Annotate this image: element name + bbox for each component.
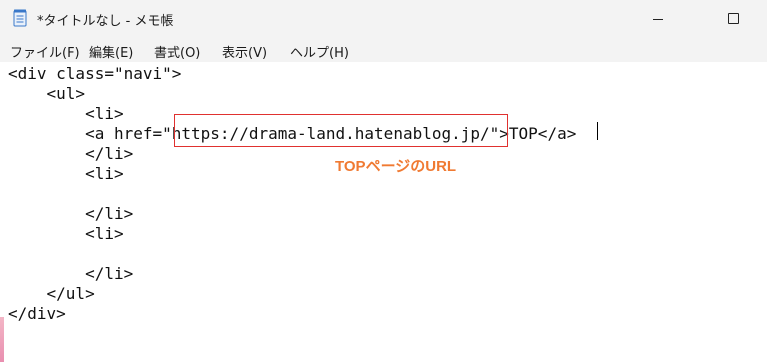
code-line: </li>	[8, 204, 134, 223]
window-title: *タイトルなし - メモ帳	[37, 14, 174, 29]
menu-bar: ファイル(F) 編集(E) 書式(O) 表示(V) ヘルプ(H)	[0, 38, 767, 62]
code-line: </li>	[8, 264, 134, 283]
menu-edit[interactable]: 編集(E)	[89, 42, 133, 61]
url-highlight-box	[174, 114, 508, 147]
maximize-button[interactable]	[712, 0, 758, 38]
text-caret	[597, 122, 598, 140]
notepad-icon	[13, 9, 27, 27]
maximize-icon	[728, 13, 739, 24]
minimize-icon	[653, 19, 663, 20]
menu-view[interactable]: 表示(V)	[222, 42, 267, 61]
code-line: <div class="navi">	[8, 64, 182, 83]
code-line: </li>	[8, 144, 134, 163]
code-line: </ul>	[8, 284, 95, 303]
code-line: </div>	[8, 304, 66, 323]
code-line: <ul>	[8, 84, 86, 103]
code-line: <li>	[8, 164, 124, 183]
text-editor[interactable]: <div class="navi"> <ul> <li> <a href="ht…	[0, 62, 767, 362]
menu-format[interactable]: 書式(O)	[154, 42, 200, 61]
menu-file[interactable]: ファイル(F)	[10, 42, 80, 61]
code-line: <li>	[8, 104, 124, 123]
title-bar: *タイトルなし - メモ帳	[0, 0, 767, 38]
background-strip	[0, 317, 4, 362]
menu-help[interactable]: ヘルプ(H)	[290, 42, 349, 61]
minimize-button[interactable]	[635, 0, 681, 38]
code-line: <li>	[8, 224, 124, 243]
url-annotation-label: TOPページのURL	[335, 158, 457, 175]
